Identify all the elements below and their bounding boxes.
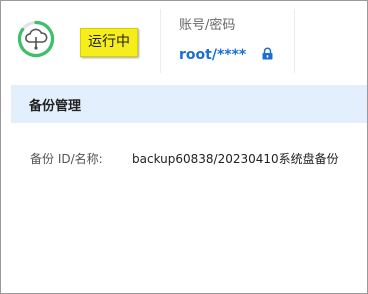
section-title: 备份管理 <box>29 99 82 114</box>
backup-id-label: 备份 ID/名称: <box>30 152 103 166</box>
backup-section-header: 备份管理 <box>11 85 367 123</box>
divider <box>294 9 295 73</box>
instance-panel: 运行中 账号/密码 root/**** 备份管理 备份 ID/名称: backu… <box>0 0 368 294</box>
credentials-label: 账号/密码 <box>179 18 236 33</box>
lock-icon[interactable] <box>261 47 274 60</box>
backup-id-value: backup60838/20230410系统盘备份 <box>132 152 339 166</box>
status-badge: 运行中 <box>80 28 138 57</box>
status-ring-icon <box>17 20 55 58</box>
credentials-value: root/**** <box>179 47 247 63</box>
cloud-icon <box>25 28 48 50</box>
divider <box>160 9 161 73</box>
